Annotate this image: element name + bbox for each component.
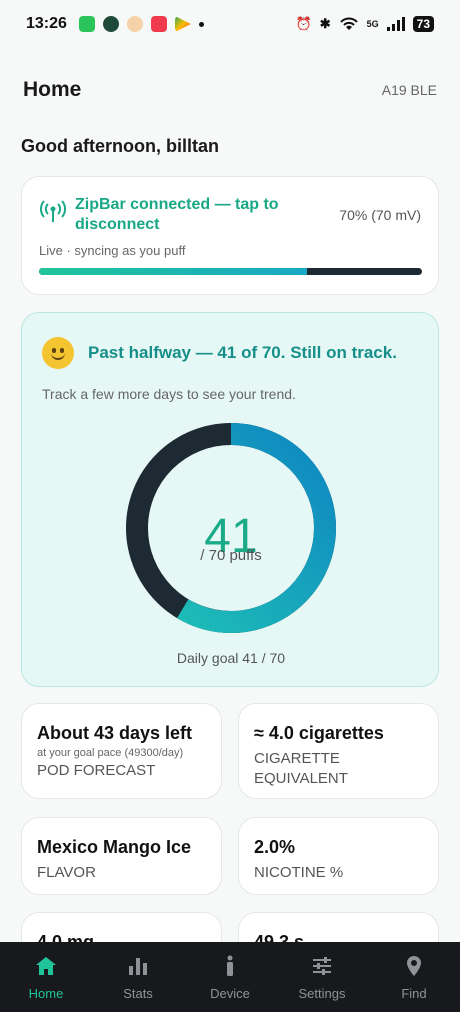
status-time: 13:26 bbox=[26, 15, 67, 32]
stat-label: CIGARETTE EQUIVALENT bbox=[254, 750, 348, 787]
connection-title: ZipBar connected — tap to disconnect bbox=[75, 196, 279, 233]
cigarette-equivalent-card[interactable]: ≈ 4.0 cigarettes CIGARETTE EQUIVALENT bbox=[238, 703, 439, 799]
device-icon bbox=[218, 954, 242, 978]
stat-label: FLAVOR bbox=[37, 864, 96, 881]
puff-goal-label: / 70 puffs bbox=[200, 547, 262, 564]
wifi-icon bbox=[339, 17, 358, 30]
stat-value: ≈ 4.0 cigarettes bbox=[254, 723, 384, 743]
location-pin-icon bbox=[402, 954, 426, 978]
pod-forecast-card[interactable]: About 43 days left at your goal pace (49… bbox=[21, 703, 222, 799]
notification-dot-icon bbox=[198, 21, 204, 27]
nav-device[interactable]: Device bbox=[184, 942, 276, 1012]
bottom-navigation: Home Stats Device Settings Find bbox=[0, 942, 460, 1012]
app-icon bbox=[102, 16, 119, 32]
nav-settings[interactable]: Settings bbox=[276, 942, 368, 1012]
smiley-icon bbox=[42, 337, 74, 369]
header: Home A19 BLE bbox=[23, 70, 437, 110]
status-bar: 13:26 ⏰ ✱ 5G 73 bbox=[0, 0, 460, 48]
pinwheel-icon bbox=[126, 16, 143, 32]
stat-value: Mexico Mango Ice bbox=[37, 837, 192, 857]
signal-icon bbox=[386, 17, 405, 31]
nicotine-card[interactable]: 2.0% NICOTINE % bbox=[238, 817, 439, 895]
nav-label: Home bbox=[28, 986, 64, 1001]
device-battery-text: 70% (70 mV) bbox=[339, 207, 421, 223]
trend-note: Track a few more days to see your trend. bbox=[42, 386, 296, 402]
broadcast-icon bbox=[40, 200, 66, 222]
daily-goal-text: Daily goal 41 / 70 bbox=[176, 650, 286, 666]
stat-detail: at your goal pace (49300/day) bbox=[37, 747, 184, 759]
red-app-icon bbox=[150, 16, 167, 32]
connection-card[interactable]: ZipBar connected — tap to disconnect 70%… bbox=[21, 176, 439, 295]
nav-label: Find bbox=[401, 986, 427, 1001]
page-title: Home bbox=[23, 78, 82, 101]
nav-label: Device bbox=[210, 986, 250, 1001]
stat-value: About 43 days left bbox=[37, 723, 193, 743]
stat-label: POD FORECAST bbox=[37, 762, 156, 779]
play-icon bbox=[174, 16, 191, 32]
bluetooth-icon: ✱ bbox=[319, 16, 331, 31]
progress-title: Past halfway — 41 of 70. Still on track. bbox=[88, 343, 397, 362]
flavor-card[interactable]: Mexico Mango Ice FLAVOR bbox=[21, 817, 222, 895]
nav-label: Settings bbox=[298, 986, 346, 1001]
network-type: 5G bbox=[366, 19, 379, 29]
alarm-icon: ⏰ bbox=[295, 16, 312, 31]
stat-value: 2.0% bbox=[254, 837, 296, 857]
sync-status: Live · syncing as you puff bbox=[39, 243, 186, 258]
nav-label: Stats bbox=[123, 986, 153, 1001]
nav-home[interactable]: Home bbox=[0, 942, 92, 1012]
device-battery-bar-fill bbox=[39, 268, 308, 275]
device-battery-bar bbox=[39, 268, 422, 275]
home-icon bbox=[34, 954, 58, 978]
settings-sliders-icon bbox=[310, 954, 334, 978]
nav-find[interactable]: Find bbox=[368, 942, 460, 1012]
daily-progress-card: Past halfway — 41 of 70. Still on track.… bbox=[21, 312, 439, 687]
battery-indicator: 73 bbox=[412, 16, 434, 32]
nav-stats[interactable]: Stats bbox=[92, 942, 184, 1012]
stat-label: NICOTINE % bbox=[254, 864, 344, 881]
bar-chart-icon bbox=[126, 954, 150, 978]
greeting: Good afternoon, billtan bbox=[21, 136, 219, 156]
device-name: A19 BLE bbox=[381, 82, 437, 98]
wechat-icon bbox=[78, 16, 95, 32]
